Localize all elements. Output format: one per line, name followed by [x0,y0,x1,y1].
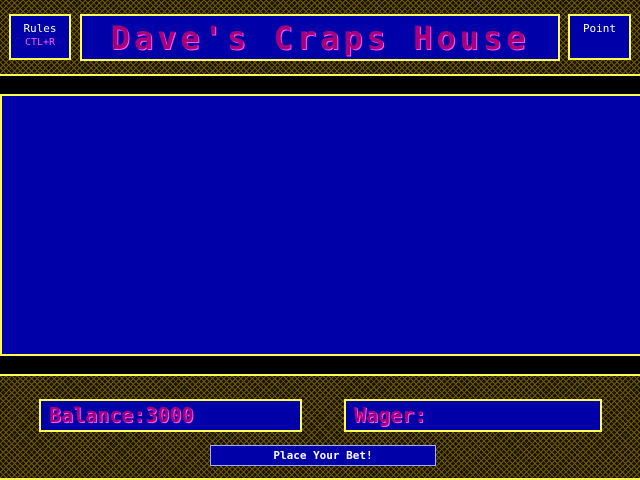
wager-label: Wager: [354,403,427,427]
balance-display: Balance:3000 [41,401,300,429]
wager-panel[interactable]: Wager: [344,399,602,432]
point-label: Point [582,22,617,35]
balance-value: 3000 [145,403,194,427]
balance-panel: Balance:3000 [39,399,302,432]
place-bet-label: Place Your Bet! [273,449,373,462]
rules-label: Rules [23,22,57,35]
balance-label: Balance: [49,403,146,427]
point-panel: Point [568,14,631,60]
game-title: Dave's Craps House [110,18,530,57]
craps-table-area[interactable] [0,94,640,356]
wager-display: Wager: [346,401,600,429]
rules-panel[interactable]: Rules CTL+R [9,14,71,60]
rules-shortcut-hint: CTL+R [24,37,56,48]
title-panel: Dave's Craps House [80,14,560,61]
place-bet-button[interactable]: Place Your Bet! [210,445,436,466]
